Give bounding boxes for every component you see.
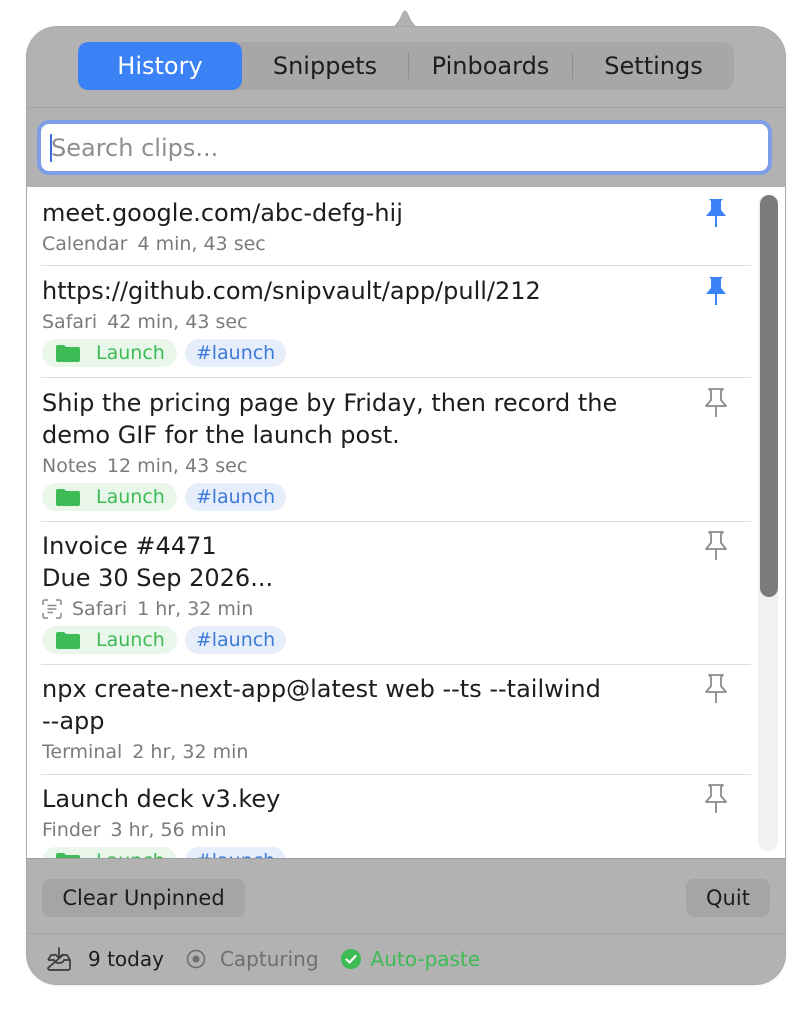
hashtag-tag[interactable]: #launch [184,847,287,858]
clip-text: Due 30 Sep 2026... [42,564,274,592]
tab-settings[interactable]: Settings [573,42,734,90]
pinboard-tag-label: Launch [96,342,165,364]
clip-source: Safari [42,311,98,333]
tab-snippets[interactable]: Snippets [242,42,408,90]
pin-filled-icon[interactable] [703,275,729,307]
hashtag-label: #launch [195,629,276,651]
pin-outline-icon[interactable] [703,387,729,419]
clip-tags: Launch #launch [42,483,287,511]
clip-row[interactable]: meet.google.com/abc-defg-hij Calendar 4 … [27,187,751,265]
clip-tags: Launch #launch [42,626,287,654]
pinboard-tag[interactable]: Launch [42,847,177,858]
clip-age: 3 hr, 56 min [110,819,227,841]
clip-meta: Finder 3 hr, 56 min [42,819,227,841]
clip-row[interactable]: npx create-next-app@latest web --ts --ta… [27,665,751,774]
clip-age: 2 hr, 32 min [132,741,249,763]
record-icon [186,949,206,969]
search-input[interactable] [51,124,758,171]
clip-row[interactable]: Ship the pricing page by Friday, then re… [27,378,751,521]
clip-source: Notes [42,455,97,477]
pin-outline-icon[interactable] [703,783,729,815]
checkmark-circle-icon [340,949,361,969]
clip-source: Safari [72,598,128,620]
hashtag-tag[interactable]: #launch [184,339,287,367]
clipboard-popover: History Snippets Pinboards Settings meet… [27,27,785,984]
clip-text: meet.google.com/abc-defg-hij [42,199,403,227]
clip-meta: Notes 12 min, 43 sec [42,455,247,477]
pin-outline-icon[interactable] [703,530,729,562]
footer-divider [27,858,785,859]
clip-text: Launch deck v3.key [42,785,281,813]
clip-row[interactable]: Invoice #4471 Due 30 Sep 2026... Safari … [27,522,751,664]
clip-list: meet.google.com/abc-defg-hij Calendar 4 … [27,187,785,858]
clip-meta: Terminal 2 hr, 32 min [42,741,248,763]
pinboard-tag[interactable]: Launch [42,339,177,367]
clip-meta: Safari 42 min, 43 sec [42,311,248,333]
status-divider [27,933,785,934]
tab-bar: History Snippets Pinboards Settings [78,42,734,90]
autopaste-status[interactable]: Auto-paste [371,947,481,971]
header-divider [27,107,785,108]
clip-row[interactable]: Launch deck v3.key Finder 3 hr, 56 min L… [27,775,751,858]
hashtag-label: #launch [195,486,276,508]
pinboard-tag[interactable]: Launch [42,626,177,654]
hashtag-label: #launch [195,342,276,364]
clip-age: 42 min, 43 sec [107,311,248,333]
hashtag-label: #launch [196,850,275,858]
pinboard-tag[interactable]: Launch [42,483,177,511]
clip-age: 1 hr, 32 min [137,598,254,620]
hashtag-tag[interactable]: #launch [184,626,287,654]
clip-meta: Safari 1 hr, 32 min [42,598,253,620]
clip-tags: Launch #launch [42,847,287,858]
tab-history[interactable]: History [78,42,242,90]
clip-age: 12 min, 43 sec [106,455,248,477]
clip-text: --app [42,707,105,735]
folder-icon [56,632,80,649]
clip-text: Ship the pricing page by Friday, then re… [42,389,618,417]
clip-text: https://github.com/snipvault/app/pull/21… [42,277,541,305]
capturing-status[interactable]: Capturing [220,947,319,971]
clip-source: Calendar [42,233,128,255]
scrollbar-thumb[interactable] [760,195,778,597]
clip-row[interactable]: https://github.com/snipvault/app/pull/21… [27,266,751,377]
pinboard-tag-label: Launch [96,629,165,651]
clear-unpinned-button[interactable]: Clear Unpinned [42,879,245,917]
clip-meta: Calendar 4 min, 43 sec [42,233,266,255]
status-bar: 9 today Capturing Auto-paste [46,945,480,973]
pin-outline-icon[interactable] [703,673,729,705]
clip-text: Invoice #4471 [42,532,217,560]
folder-icon [56,489,80,506]
text-recognition-icon [42,599,62,619]
clip-tags: Launch #launch [42,339,287,367]
pinboard-tag-label: Launch [96,486,165,508]
clip-source: Finder [42,819,101,841]
hashtag-tag[interactable]: #launch [184,483,287,511]
clip-source: Terminal [42,741,123,763]
clip-text: demo GIF for the launch post. [42,421,400,449]
pinboard-tag-label: Launch [96,850,165,858]
folder-icon [56,345,80,362]
tab-pinboards[interactable]: Pinboards [409,42,572,90]
clip-age: 4 min, 43 sec [137,233,266,255]
quit-button[interactable]: Quit [686,879,770,917]
pin-filled-icon[interactable] [703,197,729,229]
tray-download-icon [47,947,71,971]
clip-text: npx create-next-app@latest web --ts --ta… [42,675,601,703]
search-field[interactable] [37,120,772,175]
clip-count: 9 today [88,947,164,971]
